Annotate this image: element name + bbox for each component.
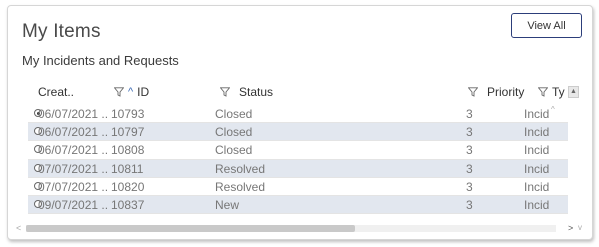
view-all-button[interactable]: View All [511,13,582,38]
cell-status: Closed [215,107,253,121]
cell-created: 09/07/2021 .. [38,197,109,212]
column-header-id[interactable]: ^ ID [114,85,149,99]
cell-id: 10808 [111,143,145,158]
chevron-down-icon[interactable]: v [578,223,582,232]
chevron-up-icon[interactable]: ^ [551,105,555,114]
cell-id: 10820 [111,179,145,194]
cell-created: 06/07/2021 .. [38,107,109,121]
column-label-priority: Priority [487,85,525,99]
cell-id: 10811 [111,161,144,176]
funnel-icon[interactable] [468,87,478,97]
funnel-icon[interactable] [114,87,124,97]
table-row[interactable]: 07/07/2021 .. 10811 Resolved 3 Incid [28,159,568,178]
cell-type: Incid [524,107,550,121]
cell-type: Incid [524,125,550,140]
cell-created: 06/07/2021 .. [38,143,109,158]
cell-priority: 3 [466,107,473,121]
grid-header: Creat.. ^ ID Status Priority Ty [28,81,568,103]
funnel-icon[interactable] [220,87,230,97]
column-label-created: Creat.. [38,85,75,99]
widget-title: My Items [22,21,101,42]
scrollbar-thumb[interactable] [26,225,355,232]
table-row[interactable]: 09/07/2021 .. 10837 New 3 Incid [28,195,568,215]
cell-id: 10797 [111,125,145,140]
table-row[interactable]: 06/07/2021 .. 10793 Closed 3 Incid [28,105,568,124]
chevron-right-icon[interactable]: > [568,223,573,233]
cell-type: Incid [524,143,550,158]
cell-status: Resolved [215,179,266,194]
my-items-widget: My Items View All My Incidents and Reque… [7,5,593,240]
table-row[interactable]: 06/07/2021 .. 10808 Closed 3 Incid [28,141,568,160]
cell-created: 07/07/2021 .. [38,161,109,176]
column-header-status[interactable]: Status [220,85,273,99]
cell-priority: 3 [466,125,473,140]
incidents-grid: Creat.. ^ ID Status Priority Ty 06/07/20… [28,81,584,231]
cell-status: Closed [215,143,253,158]
column-header-type[interactable]: Ty [538,85,565,99]
cell-created: 07/07/2021 .. [38,179,109,194]
chevron-left-icon[interactable]: < [16,223,21,233]
cell-type: Incid [524,197,550,212]
cell-status: Resolved [215,161,266,176]
column-label-status: Status [239,85,274,99]
horizontal-scrollbar[interactable]: < > v [16,223,582,234]
cell-status: New [215,197,240,212]
cell-id: 10837 [111,197,145,212]
cell-created: 06/07/2021 .. [38,125,109,140]
cell-priority: 3 [466,161,473,176]
cell-id: 10793 [111,107,145,121]
cell-status: Closed [215,125,253,140]
widget-subtitle: My Incidents and Requests [22,53,179,68]
chevron-up-icon: ▲ [570,88,577,95]
column-header-priority[interactable]: Priority [468,85,524,99]
cell-priority: 3 [466,143,473,158]
table-row[interactable]: 06/07/2021 .. 10797 Closed 3 Incid [28,123,568,142]
column-header-created[interactable]: Creat.. [38,85,74,99]
grid-rows: 06/07/2021 .. 10793 Closed 3 Incid 06/07/2021… [28,105,568,215]
cell-priority: 3 [466,197,473,212]
cell-type: Incid [524,179,550,194]
column-label-type: Ty [552,85,565,99]
table-row[interactable]: 07/07/2021 .. 10820 Resolved 3 Incid [28,178,568,196]
vertical-scrollbar[interactable]: ▲ [568,86,579,231]
chevron-up-icon[interactable]: ^ [128,86,133,98]
scroll-up-button[interactable]: ▲ [568,86,579,98]
cell-priority: 3 [466,179,473,194]
cell-type: Incid [524,161,550,176]
funnel-icon[interactable] [538,87,548,97]
column-label-id: ID [137,85,150,99]
